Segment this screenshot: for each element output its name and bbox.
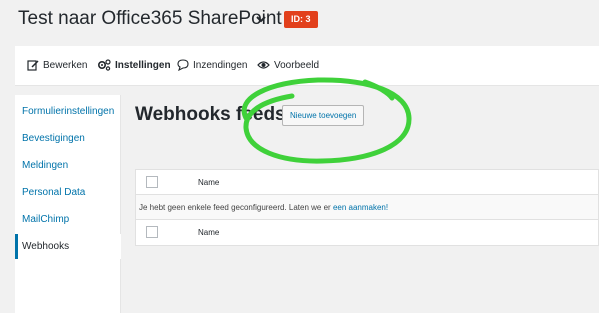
eye-icon <box>257 61 270 69</box>
sidebar-item-form-settings[interactable]: Formulierinstellingen <box>15 99 121 124</box>
sidebar-item-confirmations[interactable]: Bevestigingen <box>15 126 121 151</box>
form-header: Test naar Office365 SharePoint ID: 3 <box>0 0 599 42</box>
edit-icon <box>27 60 39 71</box>
page-title: Webhooks feeds <box>135 104 286 125</box>
gears-icon <box>97 59 111 71</box>
table-header-row: Name <box>136 170 598 195</box>
empty-message: Je hebt geen enkele feed geconfigureerd.… <box>139 203 388 212</box>
toolbar-edit-label: Bewerken <box>43 59 88 71</box>
column-footer-name[interactable]: Name <box>198 228 219 237</box>
sidebar-item-personal-data[interactable]: Personal Data <box>15 180 121 205</box>
select-all-checkbox-footer[interactable] <box>146 226 158 238</box>
toolbar-entries-label: Inzendingen <box>193 59 248 71</box>
column-header-name[interactable]: Name <box>198 178 219 187</box>
toolbar-entries[interactable]: Inzendingen <box>177 59 248 71</box>
empty-message-text: Je hebt geen enkele feed geconfigureerd.… <box>139 203 331 212</box>
toolbar-preview[interactable]: Voorbeeld <box>257 59 319 71</box>
sidebar-item-notifications[interactable]: Meldingen <box>15 153 121 178</box>
sidebar-item-mailchimp[interactable]: MailChimp <box>15 207 121 232</box>
comment-icon <box>177 59 189 71</box>
form-title: Test naar Office365 SharePoint <box>18 8 282 29</box>
table-empty-row: Je hebt geen enkele feed geconfigureerd.… <box>136 195 598 220</box>
toolbar-settings-label: Instellingen <box>115 59 171 71</box>
main-content: Webhooks feeds Nieuwe toevoegen Name Je … <box>121 95 599 313</box>
settings-panel: Formulierinstellingen Bevestigingen Meld… <box>15 95 599 313</box>
toolbar-edit[interactable]: Bewerken <box>27 59 87 71</box>
add-new-button[interactable]: Nieuwe toevoegen <box>282 105 365 126</box>
toolbar-preview-label: Voorbeeld <box>274 59 320 71</box>
settings-sidebar: Formulierinstellingen Bevestigingen Meld… <box>15 95 121 313</box>
table-footer-row: Name <box>136 220 598 245</box>
select-all-checkbox[interactable] <box>146 176 158 188</box>
form-id-badge: ID: 3 <box>284 11 318 28</box>
feeds-table: Name Je hebt geen enkele feed geconfigur… <box>135 169 599 246</box>
create-feed-link[interactable]: een aanmaken! <box>333 203 388 212</box>
sidebar-item-webhooks[interactable]: Webhooks <box>15 234 121 259</box>
chevron-down-icon[interactable] <box>255 12 267 30</box>
form-toolbar: Bewerken Instellingen Inzendingen Voorbe… <box>15 46 599 86</box>
toolbar-settings[interactable]: Instellingen <box>97 59 171 71</box>
